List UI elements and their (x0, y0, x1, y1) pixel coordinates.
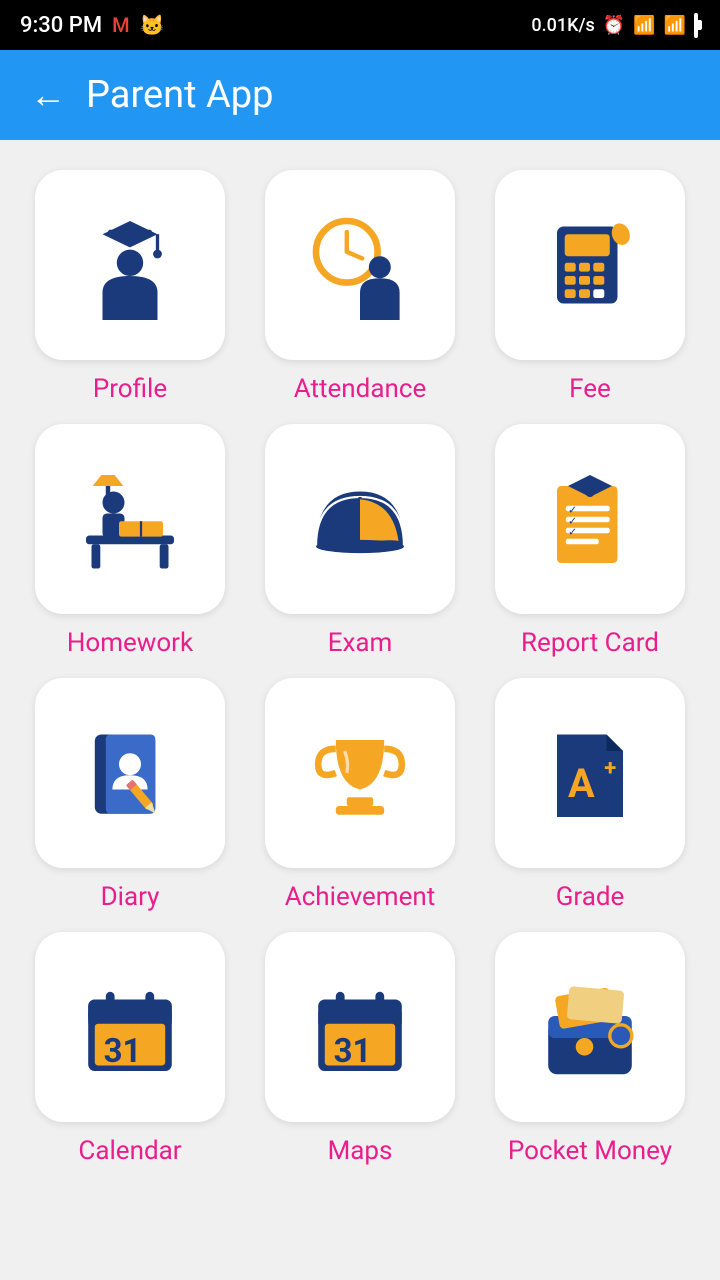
svg-text:31: 31 (104, 1032, 142, 1071)
menu-item-report-card[interactable]: ✓ ✓ ✓ Report Card (485, 424, 695, 658)
maps-label: Maps (328, 1136, 393, 1166)
diary-icon (75, 718, 185, 828)
maps-icon-card: 31 (265, 932, 455, 1122)
menu-item-homework[interactable]: Homework (25, 424, 235, 658)
back-button[interactable]: ← (30, 74, 66, 116)
menu-item-calendar[interactable]: 31 Calendar (25, 932, 235, 1166)
grade-icon-card: A + (495, 678, 685, 868)
exam-label: Exam (328, 628, 393, 658)
menu-item-exam[interactable]: Exam (255, 424, 465, 658)
pocket-money-label: Pocket Money (508, 1136, 672, 1166)
menu-item-fee[interactable]: Fee (485, 170, 695, 404)
alarm-icon: ⏰ (603, 15, 625, 36)
homework-icon-card (35, 424, 225, 614)
gmail-icon: M (112, 13, 130, 37)
signal-icon: 📶 (664, 15, 686, 36)
profile-label: Profile (93, 374, 167, 404)
menu-grid: Profile Attendance (0, 140, 720, 1196)
report-card-icon: ✓ ✓ ✓ (535, 464, 645, 574)
fee-icon-card (495, 170, 685, 360)
profile-icon-card (35, 170, 225, 360)
homework-icon (75, 464, 185, 574)
battery-icon (694, 15, 700, 36)
menu-item-maps[interactable]: 31 Maps (255, 932, 465, 1166)
menu-item-diary[interactable]: Diary (25, 678, 235, 912)
menu-item-attendance[interactable]: Attendance (255, 170, 465, 404)
calendar-icon: 31 (75, 972, 185, 1082)
menu-item-pocket-money[interactable]: Pocket Money (485, 932, 695, 1166)
report-card-label: Report Card (521, 628, 659, 658)
svg-text:A: A (568, 760, 595, 807)
network-speed: 0.01K/s (531, 15, 594, 36)
page-title: Parent App (86, 73, 273, 117)
calendar-label: Calendar (78, 1136, 181, 1166)
wifi-icon: 📶 (633, 15, 655, 36)
svg-text:31: 31 (334, 1032, 372, 1071)
menu-item-grade[interactable]: A + Grade (485, 678, 695, 912)
achievement-icon-card (265, 678, 455, 868)
app-header: ← Parent App (0, 50, 720, 140)
diary-label: Diary (101, 882, 160, 912)
profile-icon (75, 210, 185, 320)
exam-icon (305, 464, 415, 574)
svg-text:✓: ✓ (568, 526, 577, 539)
maps-icon: 31 (305, 972, 415, 1082)
menu-item-profile[interactable]: Profile (25, 170, 235, 404)
homework-label: Homework (67, 628, 193, 658)
svg-text:+: + (604, 756, 616, 781)
report-card-icon-card: ✓ ✓ ✓ (495, 424, 685, 614)
exam-icon-card (265, 424, 455, 614)
diary-icon-card (35, 678, 225, 868)
app-icon: 🐱 (140, 13, 165, 37)
time-display: 9:30 PM (20, 13, 102, 38)
attendance-icon (305, 210, 415, 320)
pocket-money-icon (535, 972, 645, 1082)
fee-icon (535, 210, 645, 320)
grade-icon: A + (535, 718, 645, 828)
attendance-label: Attendance (294, 374, 426, 404)
menu-item-achievement[interactable]: Achievement (255, 678, 465, 912)
achievement-icon (305, 718, 415, 828)
status-bar: 9:30 PM M 🐱 0.01K/s ⏰ 📶 📶 (0, 0, 720, 50)
attendance-icon-card (265, 170, 455, 360)
pocket-money-icon-card (495, 932, 685, 1122)
grade-label: Grade (556, 882, 625, 912)
calendar-icon-card: 31 (35, 932, 225, 1122)
achievement-label: Achievement (285, 882, 436, 912)
fee-label: Fee (569, 374, 611, 404)
